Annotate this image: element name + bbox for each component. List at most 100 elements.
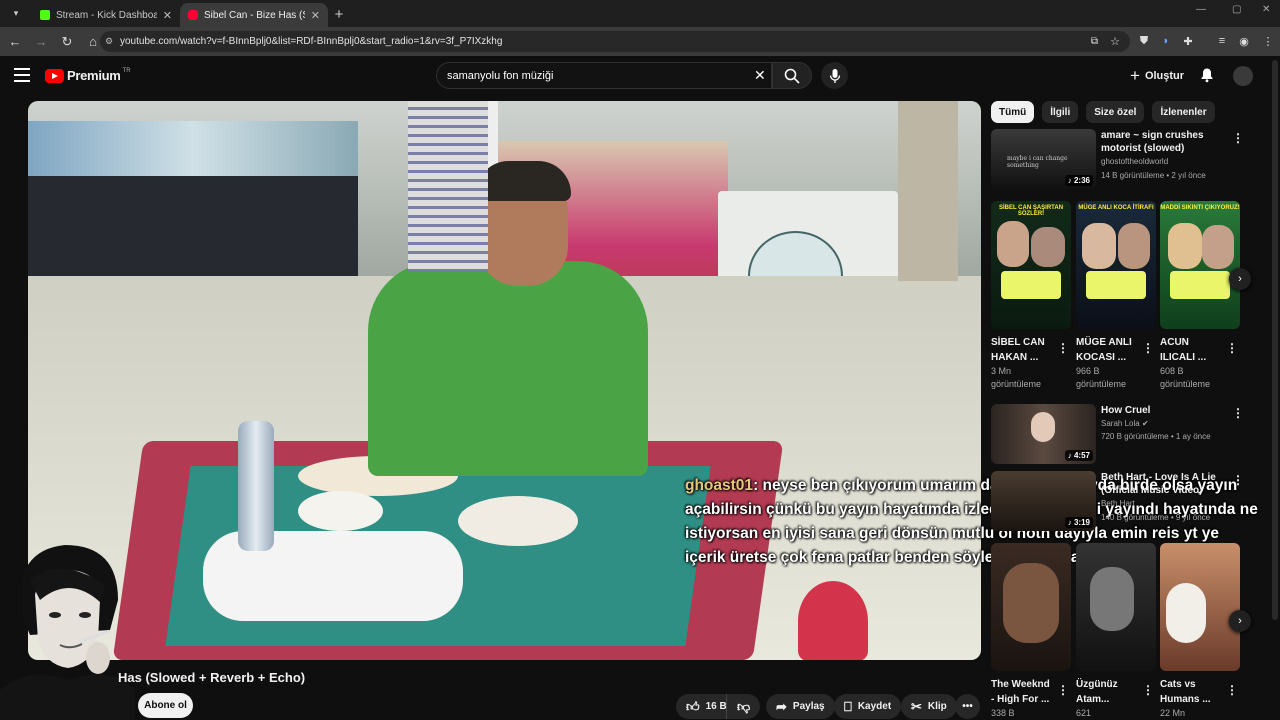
share-icon: ➦ bbox=[776, 698, 787, 714]
related-video-meta: 14 B görüntüleme • 2 yıl önce bbox=[1101, 171, 1206, 180]
short-title[interactable]: ACUN ILICALI ... bbox=[1160, 335, 1222, 365]
short-face bbox=[997, 221, 1029, 267]
bookmark-star-icon[interactable]: ☆ bbox=[1110, 35, 1120, 48]
forward-icon[interactable]: → bbox=[30, 31, 52, 53]
shelf-next-button[interactable]: › bbox=[1229, 610, 1251, 632]
tab-title: Sibel Can - Bize Has (Slowed + bbox=[204, 9, 305, 21]
back-icon[interactable]: ← bbox=[4, 31, 26, 53]
more-options-icon[interactable]: ⋮ bbox=[1057, 683, 1069, 697]
more-options-icon[interactable]: ⋮ bbox=[1057, 341, 1069, 355]
verified-icon: ✔ bbox=[1141, 419, 1149, 428]
shield-extension-icon[interactable]: ⛊ bbox=[1136, 33, 1152, 49]
chip-related[interactable]: İlgili bbox=[1042, 101, 1079, 123]
chip-watched[interactable]: İzlenenler bbox=[1152, 101, 1215, 123]
install-app-icon[interactable]: ⧉ bbox=[1091, 36, 1098, 47]
voice-extension-icon[interactable]: ◗ bbox=[1158, 33, 1174, 49]
page-scrollbar[interactable] bbox=[1272, 60, 1278, 620]
video-water-bottle bbox=[238, 421, 274, 551]
browser-menu-icon[interactable]: ⋮ bbox=[1260, 33, 1276, 49]
thumbnail-text: maybe i can change something bbox=[1007, 155, 1068, 169]
clip-button[interactable]: ✂ Klip bbox=[901, 694, 957, 719]
video-thumbnail[interactable]: ♪ 4:57 bbox=[991, 404, 1096, 464]
create-button[interactable]: + Oluştur bbox=[1130, 66, 1184, 86]
media-controls-icon[interactable]: ≡ bbox=[1214, 33, 1230, 49]
bookmark-icon: ⎕ bbox=[844, 698, 852, 714]
related-video-channel[interactable]: Beth Hart bbox=[1101, 499, 1135, 508]
short-views: 621 bbox=[1076, 708, 1092, 718]
browser-tab-youtube[interactable]: Sibel Can - Bize Has (Slowed + ✕ bbox=[180, 3, 328, 27]
account-avatar[interactable] bbox=[1233, 66, 1253, 86]
related-video-title[interactable]: Beth Hart - Love Is A Lie (Official Musi… bbox=[1101, 471, 1226, 497]
minimize-icon[interactable]: — bbox=[1196, 4, 1206, 15]
site-info-icon[interactable]: ⚙ bbox=[105, 36, 113, 47]
dislike-button[interactable]: 👎︎ bbox=[726, 694, 761, 719]
logo-text: Premium bbox=[67, 68, 121, 83]
short-title[interactable]: Cats vs Humans ... bbox=[1160, 677, 1222, 707]
chip-for-you[interactable]: Size özel bbox=[1086, 101, 1145, 123]
related-video-channel[interactable]: Sarah Lola ✔ bbox=[1101, 419, 1149, 428]
plus-icon: + bbox=[1130, 66, 1140, 85]
more-options-icon[interactable]: ⋮ bbox=[1232, 131, 1244, 145]
save-button[interactable]: ⎕ Kaydet bbox=[834, 694, 902, 719]
extensions-puzzle-icon[interactable]: ✚ bbox=[1180, 33, 1196, 49]
subscribe-button[interactable]: Abone ol bbox=[138, 693, 193, 718]
short-face bbox=[1003, 563, 1059, 643]
more-options-icon[interactable]: ⋮ bbox=[1142, 341, 1154, 355]
related-video-item[interactable]: maybe i can change something ♪ 2:36 amar… bbox=[991, 129, 1244, 191]
more-options-icon[interactable]: ⋮ bbox=[1232, 473, 1244, 487]
chip-all[interactable]: Tümü bbox=[991, 101, 1035, 123]
more-actions-button[interactable]: ••• bbox=[955, 694, 980, 719]
maximize-icon[interactable]: ▢ bbox=[1232, 4, 1241, 15]
related-video-title[interactable]: amare ~ sign crushes motorist (slowed) bbox=[1101, 129, 1226, 155]
more-icon: ••• bbox=[962, 701, 973, 712]
related-video-channel[interactable]: ghostoftheoldworld bbox=[1101, 157, 1168, 166]
short-thumbnail[interactable]: SİBEL CAN ŞAŞIRTAN SÖZLER! bbox=[991, 201, 1071, 329]
video-thumbnail[interactable]: maybe i can change something ♪ 2:36 bbox=[991, 129, 1096, 189]
logo-country: TR bbox=[122, 68, 131, 74]
related-video-item[interactable]: ♪ 4:57 How Cruel Sarah Lola ✔ 720 B görü… bbox=[991, 404, 1244, 466]
profile-icon[interactable]: ◉ bbox=[1236, 33, 1252, 49]
youtube-premium-logo[interactable]: Premium TR bbox=[45, 68, 131, 83]
more-options-icon[interactable]: ⋮ bbox=[1232, 406, 1244, 420]
video-player[interactable] bbox=[28, 101, 981, 660]
scissors-icon: ✂ bbox=[911, 698, 922, 714]
search-button[interactable] bbox=[772, 62, 812, 89]
clear-search-icon[interactable]: ✕ bbox=[754, 67, 766, 84]
microphone-icon bbox=[829, 68, 840, 83]
more-options-icon[interactable]: ⋮ bbox=[1226, 683, 1238, 697]
search-icon bbox=[784, 68, 800, 84]
short-title[interactable]: MÜGE ANLI KOCASI ... bbox=[1076, 335, 1138, 365]
related-video-meta: 720 B görüntüleme • 1 ay önce bbox=[1101, 432, 1211, 441]
video-thumbnail[interactable]: ♪ 3:19 bbox=[991, 471, 1096, 531]
short-thumbnail[interactable]: MÜGE ANLI KOCA İTİRAFI bbox=[1076, 201, 1156, 329]
related-video-title[interactable]: How Cruel bbox=[1101, 404, 1226, 417]
related-video-item[interactable]: ♪ 3:19 Beth Hart - Love Is A Lie (Offici… bbox=[991, 471, 1244, 533]
notifications-bell-icon[interactable] bbox=[1199, 67, 1215, 83]
more-options-icon[interactable]: ⋮ bbox=[1226, 341, 1238, 355]
more-options-icon[interactable]: ⋮ bbox=[1142, 683, 1154, 697]
browser-tab-kick[interactable]: Stream - Kick Dashboard ✕ bbox=[32, 3, 180, 27]
voice-search-button[interactable] bbox=[821, 62, 848, 89]
short-thumbnail[interactable]: MADDİ SIKINTI ÇIKIYORUZ! bbox=[1160, 201, 1240, 329]
shelf-next-button[interactable]: › bbox=[1229, 268, 1251, 290]
guide-menu-icon[interactable] bbox=[14, 68, 30, 82]
tab-search-icon[interactable]: ▾ bbox=[4, 1, 28, 25]
tab-close-icon[interactable]: ✕ bbox=[163, 9, 172, 22]
new-tab-icon[interactable]: + bbox=[328, 3, 350, 25]
reload-icon[interactable]: ↻ bbox=[56, 31, 78, 53]
window-close-icon[interactable]: ✕ bbox=[1262, 4, 1270, 15]
short-title[interactable]: SİBEL CAN HAKAN ... bbox=[991, 335, 1053, 365]
chevron-right-icon: › bbox=[1238, 273, 1242, 285]
share-button[interactable]: ➦ Paylaş bbox=[766, 694, 835, 719]
browser-toolbar: ← → ↻ ⌂ ⚙ youtube.com/watch?v=f-BInnBplj… bbox=[0, 27, 1280, 56]
search-input[interactable]: samanyolu fon müziği bbox=[436, 62, 772, 89]
tab-close-icon[interactable]: ✕ bbox=[311, 9, 320, 22]
short-thumbnail[interactable] bbox=[991, 543, 1071, 671]
chat-username: ghoast01 bbox=[685, 477, 754, 494]
short-title[interactable]: The Weeknd - High For ... bbox=[991, 677, 1053, 707]
short-thumbnail[interactable] bbox=[1160, 543, 1240, 671]
address-bar[interactable]: ⚙ youtube.com/watch?v=f-BInnBplj0&list=R… bbox=[100, 31, 1130, 52]
short-title[interactable]: Üzgünüz Atam... bbox=[1076, 677, 1138, 707]
short-face bbox=[1168, 223, 1202, 269]
short-thumbnail[interactable] bbox=[1076, 543, 1156, 671]
